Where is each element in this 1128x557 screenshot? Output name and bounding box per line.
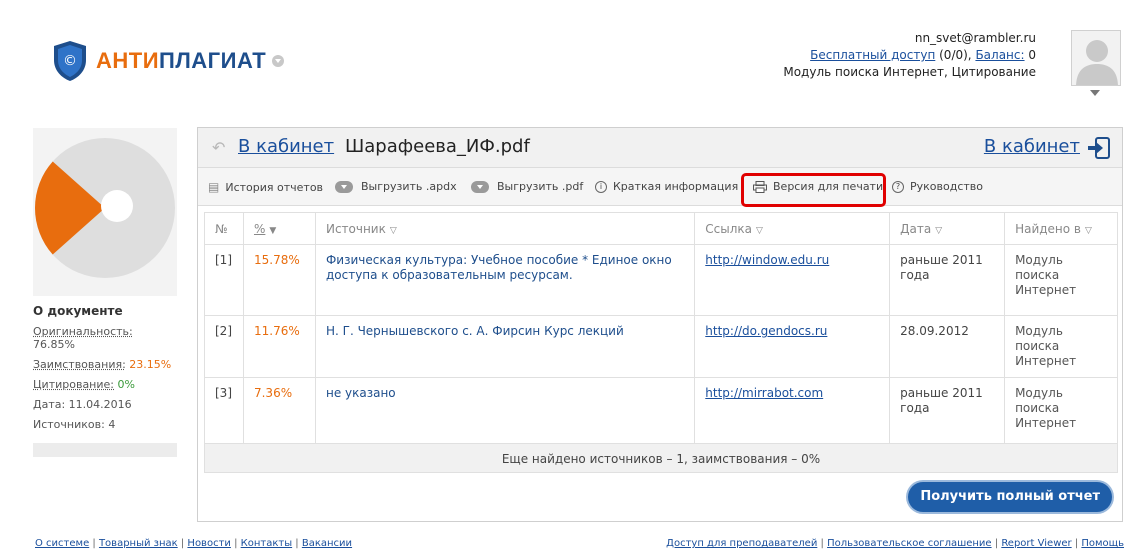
date-stat: Дата: 11.04.2016: [33, 398, 132, 411]
footer-link-report-viewer[interactable]: Report Viewer: [1001, 538, 1071, 549]
row-source[interactable]: Физическая культура: Учебное пособие * Е…: [314, 244, 696, 316]
originality-stat: Оригинальность: 76.85%: [33, 325, 133, 351]
row-percent: 7.36%: [242, 377, 316, 445]
free-access-link[interactable]: Бесплатный доступ: [810, 48, 935, 62]
document-summary: О документе Оригинальность: 76.85% Заимс…: [33, 128, 177, 457]
free-access-count: (0/0),: [935, 48, 976, 62]
pie-center: [101, 190, 133, 222]
export-apdx-button[interactable]: Выгрузить .apdx: [335, 180, 457, 193]
table-row: [3] 7.36% не указано http://mirrabot.com…: [204, 377, 1118, 445]
borrowing-stat: Заимствования: 23.15%: [33, 358, 172, 371]
cloud-download-icon: [335, 180, 353, 193]
help-icon: ?: [892, 180, 904, 193]
table-row: [2] 11.76% Н. Г. Чернышевского с. А. Фир…: [204, 315, 1118, 378]
brief-info-button[interactable]: i Краткая информация: [595, 180, 738, 193]
left-panel-footer: [33, 443, 177, 457]
pie-chart: [33, 128, 177, 296]
about-document-title: О документе: [33, 304, 123, 318]
row-link[interactable]: http://window.edu.ru: [705, 253, 829, 267]
footer-link-about[interactable]: О системе: [35, 538, 89, 549]
row-num: [1]: [204, 244, 244, 316]
footer-link-trademark[interactable]: Товарный знак: [99, 538, 178, 549]
full-report-button[interactable]: Получить полный отчет: [908, 482, 1112, 512]
balance-value: 0: [1024, 48, 1036, 62]
footer-link-help[interactable]: Помощь: [1081, 538, 1124, 549]
footer-right: Доступ для преподавателей | Пользователь…: [666, 538, 1124, 549]
row-source[interactable]: Н. Г. Чернышевского с. А. Фирсин Курс ле…: [314, 315, 696, 378]
footer-left: О системе | Товарный знак | Новости | Ко…: [35, 538, 353, 549]
sort-icon[interactable]: ▽: [390, 226, 397, 236]
table-row: [1] 15.78% Физическая культура: Учебное …: [204, 244, 1118, 316]
row-num: [2]: [204, 315, 244, 378]
row-found-in: Модуль поиска Интернет: [1004, 244, 1118, 316]
exit-icon[interactable]: [1088, 137, 1110, 159]
row-date: раньше 2011 года: [889, 377, 1006, 445]
more-sources-row: Еще найдено источников – 1, заимствовани…: [204, 443, 1118, 473]
file-name: Шарафеева_ИФ.pdf: [345, 136, 530, 157]
balance-link[interactable]: Баланс:: [975, 48, 1024, 62]
svg-text:©: ©: [63, 53, 77, 69]
row-found-in: Модуль поиска Интернет: [1004, 377, 1118, 445]
info-icon: i: [595, 180, 607, 193]
shield-logo-icon: ©: [54, 41, 86, 81]
avatar-dropdown-icon[interactable]: [1090, 90, 1100, 96]
title-bar: ↶ В кабинет Шарафеева_ИФ.pdf В кабинет: [198, 128, 1122, 168]
col-found-in[interactable]: Найдено в ▽: [1004, 212, 1118, 245]
history-button[interactable]: ▤ История отчетов: [208, 180, 323, 194]
sort-desc-icon[interactable]: ▼: [269, 226, 276, 236]
row-percent: 11.76%: [242, 315, 316, 378]
row-date: раньше 2011 года: [889, 244, 1006, 316]
sort-icon[interactable]: ▽: [756, 226, 763, 236]
user-email: nn_svet@rambler.ru: [914, 31, 1036, 45]
col-percent[interactable]: % ▼: [242, 212, 316, 245]
row-link[interactable]: http://mirrabot.com: [705, 386, 823, 400]
row-link[interactable]: http://do.gendocs.ru: [705, 324, 827, 338]
cabinet-link-right[interactable]: В кабинет: [984, 136, 1080, 157]
guide-button[interactable]: ? Руководство: [892, 180, 983, 193]
citation-stat: Цитирование: 0%: [33, 378, 135, 391]
row-source[interactable]: не указано: [314, 377, 696, 445]
col-date[interactable]: Дата ▽: [889, 212, 1006, 245]
avatar[interactable]: [1071, 30, 1121, 86]
export-pdf-button[interactable]: Выгрузить .pdf: [471, 180, 583, 193]
logo-text: АНТИПЛАГИАТ: [96, 48, 267, 73]
modules-text: Модуль поиска Интернет, Цитирование: [783, 65, 1036, 79]
user-info: nn_svet@rambler.ru Бесплатный доступ (0/…: [783, 30, 1036, 81]
col-num: №: [204, 212, 244, 245]
document-icon: ▤: [208, 180, 220, 194]
sources-table: № % ▼ Источник ▽ Ссылка ▽ Дата ▽ Найдено в ▽ …: [204, 212, 1118, 445]
toolbar: ▤ История отчетов Выгрузить .apdx Выгрузи…: [198, 168, 1122, 207]
col-link[interactable]: Ссылка ▽: [694, 212, 891, 245]
footer-link-teachers[interactable]: Доступ для преподавателей: [666, 538, 817, 549]
cloud-download-icon: [471, 180, 489, 193]
footer-link-vacancies[interactable]: Вакансии: [302, 538, 352, 549]
footer-link-agreement[interactable]: Пользовательское соглашение: [827, 538, 992, 549]
logo[interactable]: © АНТИПЛАГИАТ: [52, 40, 285, 82]
footer-link-news[interactable]: Новости: [187, 538, 230, 549]
dropdown-arrow-icon[interactable]: [272, 55, 285, 67]
sources-stat: Источников: 4: [33, 418, 116, 431]
footer-link-contacts[interactable]: Контакты: [241, 538, 292, 549]
sort-icon[interactable]: ▽: [1085, 226, 1092, 236]
report-panel: ↶ В кабинет Шарафеева_ИФ.pdf В кабинет ▤…: [197, 127, 1123, 522]
sort-icon[interactable]: ▽: [935, 226, 942, 236]
back-arrow-icon[interactable]: ↶: [212, 138, 225, 157]
user-silhouette-icon: [1076, 40, 1118, 85]
row-num: [3]: [204, 377, 244, 445]
print-highlight-box: [741, 173, 886, 207]
row-found-in: Модуль поиска Интернет: [1004, 315, 1118, 378]
col-source[interactable]: Источник ▽: [314, 212, 696, 245]
row-date: 28.09.2012: [889, 315, 1006, 378]
cabinet-link[interactable]: В кабинет: [238, 136, 334, 157]
row-percent: 15.78%: [242, 244, 316, 316]
